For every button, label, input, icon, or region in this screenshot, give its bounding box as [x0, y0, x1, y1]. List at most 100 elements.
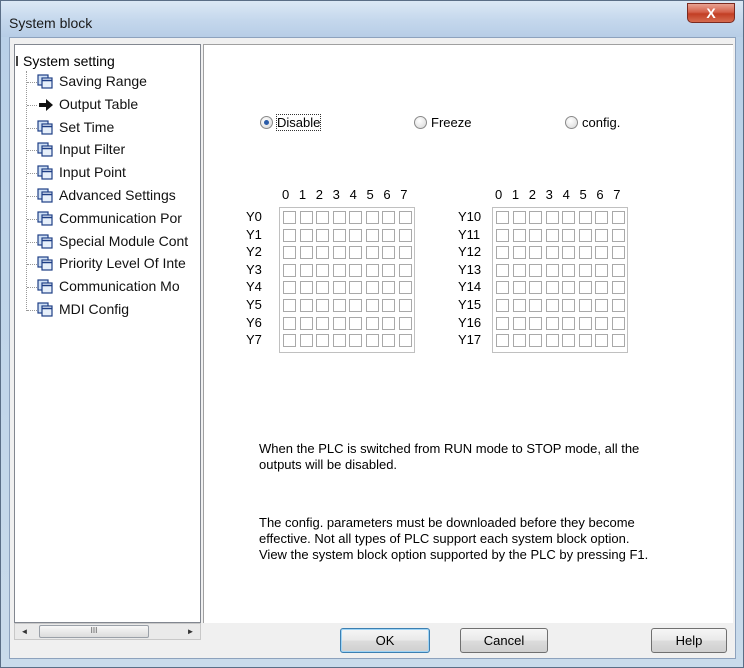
- bit-checkbox[interactable]: [611, 281, 625, 295]
- bit-checkbox[interactable]: [512, 228, 526, 242]
- bit-checkbox[interactable]: [365, 334, 379, 348]
- bit-checkbox[interactable]: [365, 316, 379, 330]
- bit-checkbox[interactable]: [398, 263, 412, 277]
- bit-checkbox[interactable]: [332, 211, 346, 224]
- bit-checkbox[interactable]: [316, 246, 329, 260]
- bit-checkbox[interactable]: [578, 246, 592, 260]
- bit-checkbox[interactable]: [365, 299, 379, 312]
- bit-checkbox[interactable]: [283, 246, 296, 260]
- bit-checkbox[interactable]: [496, 334, 509, 348]
- bit-checkbox[interactable]: [349, 316, 362, 330]
- bit-checkbox[interactable]: [398, 334, 412, 348]
- bit-checkbox[interactable]: [398, 228, 412, 242]
- bit-checkbox[interactable]: [382, 281, 395, 295]
- bit-checkbox[interactable]: [578, 316, 592, 330]
- bit-checkbox[interactable]: [299, 211, 313, 224]
- bit-checkbox[interactable]: [578, 263, 592, 277]
- help-button[interactable]: Help: [651, 628, 727, 653]
- bit-checkbox[interactable]: [299, 263, 313, 277]
- bit-checkbox[interactable]: [283, 263, 296, 277]
- bit-checkbox[interactable]: [545, 316, 559, 330]
- bit-checkbox[interactable]: [545, 334, 559, 348]
- bit-checkbox[interactable]: [382, 334, 395, 348]
- tree-horizontal-scrollbar[interactable]: ◄ III ►: [14, 623, 201, 640]
- bit-checkbox[interactable]: [562, 281, 575, 295]
- bit-checkbox[interactable]: [545, 246, 559, 260]
- bit-checkbox[interactable]: [496, 263, 509, 277]
- bit-checkbox[interactable]: [578, 281, 592, 295]
- bit-checkbox[interactable]: [545, 228, 559, 242]
- bit-checkbox[interactable]: [562, 211, 575, 224]
- bit-checkbox[interactable]: [512, 246, 526, 260]
- bit-checkbox[interactable]: [545, 263, 559, 277]
- bit-checkbox[interactable]: [382, 246, 395, 260]
- bit-checkbox[interactable]: [529, 316, 542, 330]
- bit-checkbox[interactable]: [299, 299, 313, 312]
- bit-checkbox[interactable]: [365, 281, 379, 295]
- bit-checkbox[interactable]: [611, 299, 625, 312]
- bit-checkbox[interactable]: [398, 246, 412, 260]
- bit-checkbox[interactable]: [332, 228, 346, 242]
- bit-checkbox[interactable]: [562, 334, 575, 348]
- bit-checkbox[interactable]: [299, 246, 313, 260]
- bit-checkbox[interactable]: [398, 211, 412, 224]
- bit-checkbox[interactable]: [316, 299, 329, 312]
- bit-checkbox[interactable]: [365, 246, 379, 260]
- bit-checkbox[interactable]: [595, 246, 608, 260]
- bit-checkbox[interactable]: [611, 246, 625, 260]
- bit-checkbox[interactable]: [349, 299, 362, 312]
- bit-checkbox[interactable]: [283, 316, 296, 330]
- bit-checkbox[interactable]: [512, 316, 526, 330]
- bit-checkbox[interactable]: [382, 228, 395, 242]
- bit-checkbox[interactable]: [595, 211, 608, 224]
- bit-checkbox[interactable]: [496, 211, 509, 224]
- bit-checkbox[interactable]: [496, 246, 509, 260]
- bit-checkbox[interactable]: [283, 334, 296, 348]
- bit-checkbox[interactable]: [611, 228, 625, 242]
- bit-checkbox[interactable]: [562, 316, 575, 330]
- bit-checkbox[interactable]: [512, 211, 526, 224]
- bit-checkbox[interactable]: [611, 211, 625, 224]
- bit-checkbox[interactable]: [529, 246, 542, 260]
- bit-checkbox[interactable]: [562, 263, 575, 277]
- bit-checkbox[interactable]: [595, 299, 608, 312]
- bit-checkbox[interactable]: [595, 228, 608, 242]
- bit-checkbox[interactable]: [332, 299, 346, 312]
- bit-checkbox[interactable]: [332, 246, 346, 260]
- bit-checkbox[interactable]: [562, 228, 575, 242]
- bit-checkbox[interactable]: [349, 246, 362, 260]
- bit-checkbox[interactable]: [529, 228, 542, 242]
- cancel-button[interactable]: Cancel: [460, 628, 548, 653]
- bit-checkbox[interactable]: [529, 263, 542, 277]
- bit-checkbox[interactable]: [316, 263, 329, 277]
- bit-checkbox[interactable]: [382, 316, 395, 330]
- bit-checkbox[interactable]: [316, 334, 329, 348]
- bit-checkbox[interactable]: [545, 211, 559, 224]
- bit-checkbox[interactable]: [365, 263, 379, 277]
- bit-checkbox[interactable]: [512, 299, 526, 312]
- bit-checkbox[interactable]: [496, 228, 509, 242]
- bit-checkbox[interactable]: [496, 316, 509, 330]
- bit-checkbox[interactable]: [578, 299, 592, 312]
- title-bar[interactable]: System block X: [1, 1, 743, 37]
- bit-checkbox[interactable]: [349, 263, 362, 277]
- bit-checkbox[interactable]: [398, 299, 412, 312]
- close-button[interactable]: X: [687, 3, 735, 23]
- bit-checkbox[interactable]: [299, 334, 313, 348]
- bit-checkbox[interactable]: [496, 281, 509, 295]
- scroll-right-icon[interactable]: ►: [183, 625, 198, 638]
- bit-checkbox[interactable]: [382, 211, 395, 224]
- bit-checkbox[interactable]: [529, 211, 542, 224]
- bit-checkbox[interactable]: [283, 281, 296, 295]
- bit-checkbox[interactable]: [299, 281, 313, 295]
- bit-checkbox[interactable]: [578, 228, 592, 242]
- bit-checkbox[interactable]: [529, 281, 542, 295]
- bit-checkbox[interactable]: [332, 316, 346, 330]
- bit-checkbox[interactable]: [316, 316, 329, 330]
- bit-checkbox[interactable]: [512, 263, 526, 277]
- bit-checkbox[interactable]: [316, 211, 329, 224]
- bit-checkbox[interactable]: [398, 281, 412, 295]
- bit-checkbox[interactable]: [349, 228, 362, 242]
- bit-checkbox[interactable]: [349, 334, 362, 348]
- bit-checkbox[interactable]: [349, 211, 362, 224]
